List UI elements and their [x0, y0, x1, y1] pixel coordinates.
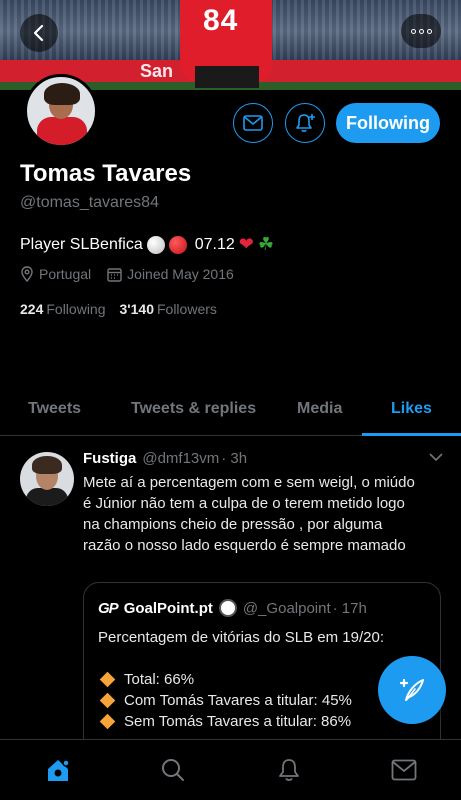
tab-tweets[interactable]: Tweets [28, 400, 81, 418]
profile-handle: @tomas_tavares84 [20, 194, 159, 211]
nav-messages[interactable] [388, 754, 420, 786]
heart-icon: ❤ [238, 234, 254, 254]
tweet-menu-button[interactable] [428, 450, 444, 468]
profile-meta: Portugal Joined May 2016 [20, 266, 250, 282]
quoted-spacer [98, 648, 428, 669]
red-circle-icon [168, 235, 187, 254]
quoted-line: Sem Tomás Tavares a titular: 86% [98, 711, 428, 732]
quoted-author-handle: @_Goalpoint [242, 599, 331, 617]
white-circle-icon [146, 235, 165, 254]
quoted-tweet-header: GP GoalPoint.pt @_Goalpoint · 17h [98, 599, 367, 617]
bell-icon [279, 759, 299, 781]
quoted-line-text: Com Tomás Tavares a titular: 45% [124, 692, 352, 709]
profile-name: Tomas Tavares [20, 160, 192, 187]
search-icon [162, 759, 184, 781]
compose-tweet-button[interactable] [378, 656, 446, 724]
following-button[interactable]: Following [336, 103, 440, 143]
notify-button[interactable] [285, 103, 325, 143]
tab-media[interactable]: Media [297, 400, 342, 418]
home-icon [48, 759, 70, 781]
orange-diamond-icon [99, 692, 116, 709]
tweet-avatar-hair [32, 456, 62, 474]
following-count-link[interactable]: 224 Following [20, 301, 106, 317]
chevron-down-icon [429, 453, 443, 462]
tweet-header: Fustiga @dmf13vm · 3h [83, 450, 247, 467]
more-dot [418, 28, 424, 34]
followers-count-link[interactable]: 3'140 Followers [120, 301, 217, 317]
nav-notifications[interactable] [273, 754, 305, 786]
envelope-icon [243, 115, 263, 131]
profile-tabs: Tweets Tweets & replies Media Likes [0, 386, 461, 436]
envelope-icon [391, 759, 417, 781]
calendar-icon [107, 267, 122, 282]
profile-bio: Player SLBenfica 07.12 ❤ ☘ [20, 234, 274, 255]
more-horizontal-icon [410, 28, 416, 34]
profile-avatar[interactable] [24, 74, 98, 148]
followers-count: 3'140 [119, 301, 154, 317]
orange-diamond-icon [99, 671, 116, 688]
back-arrow-icon [33, 24, 44, 42]
tweet-author-handle[interactable]: @dmf13vm [142, 450, 219, 467]
more-options-button[interactable] [401, 14, 441, 48]
location-pin-icon [21, 266, 33, 282]
banner-ad-text: San [140, 61, 174, 81]
tweet-author-avatar[interactable] [20, 452, 74, 506]
quoted-line-text: Sem Tomás Tavares a titular: 86% [124, 713, 352, 730]
tweet-text: Mete aí a percentagem com e sem weigl, o… [83, 474, 415, 554]
back-button[interactable] [20, 14, 58, 52]
nav-home[interactable] [42, 754, 74, 786]
quoted-tweet-time: · 17h [332, 599, 367, 617]
quoted-author-name: GoalPoint.pt [123, 599, 213, 617]
banner-player-shorts [195, 66, 259, 88]
avatar-hair [44, 83, 80, 105]
orange-diamond-icon [99, 713, 116, 730]
following-count: 224 [20, 301, 44, 317]
followers-label: Followers [156, 301, 217, 317]
bio-date: 07.12 [194, 235, 235, 253]
bottom-navigation [0, 739, 461, 800]
joined-item: Joined May 2016 [107, 266, 234, 282]
compose-tweet-icon [399, 678, 424, 701]
message-button[interactable] [233, 103, 273, 143]
nav-search[interactable] [157, 754, 189, 786]
tweet-author-name[interactable]: Fustiga [83, 450, 136, 467]
bio-text: Player SLBenfica [20, 235, 143, 253]
soccer-ball-icon [218, 599, 237, 617]
bell-plus-icon [296, 114, 315, 132]
following-label: Following [46, 301, 106, 317]
more-dot [426, 28, 432, 34]
joined-text: Joined May 2016 [127, 266, 234, 282]
avatar-shirt [37, 117, 87, 145]
banner-jersey-number: 84 [203, 4, 239, 37]
quoted-intro: Percentagem de vitórias do SLB em 19/20: [98, 629, 384, 646]
tweet-avatar-shirt [26, 488, 68, 506]
clover-icon: ☘ [257, 234, 275, 254]
tab-tweets-replies[interactable]: Tweets & replies [131, 400, 256, 418]
follow-counts: 224 Following 3'140 Followers [20, 301, 217, 317]
location-item: Portugal [20, 266, 91, 282]
active-tab-indicator [362, 433, 461, 436]
tab-likes[interactable]: Likes [391, 400, 432, 418]
quoted-line-text: Total: 66% [124, 671, 195, 688]
goalpoint-logo: GP [98, 599, 119, 617]
location-text: Portugal [39, 266, 92, 282]
tweet-time: · 3h [221, 450, 248, 467]
